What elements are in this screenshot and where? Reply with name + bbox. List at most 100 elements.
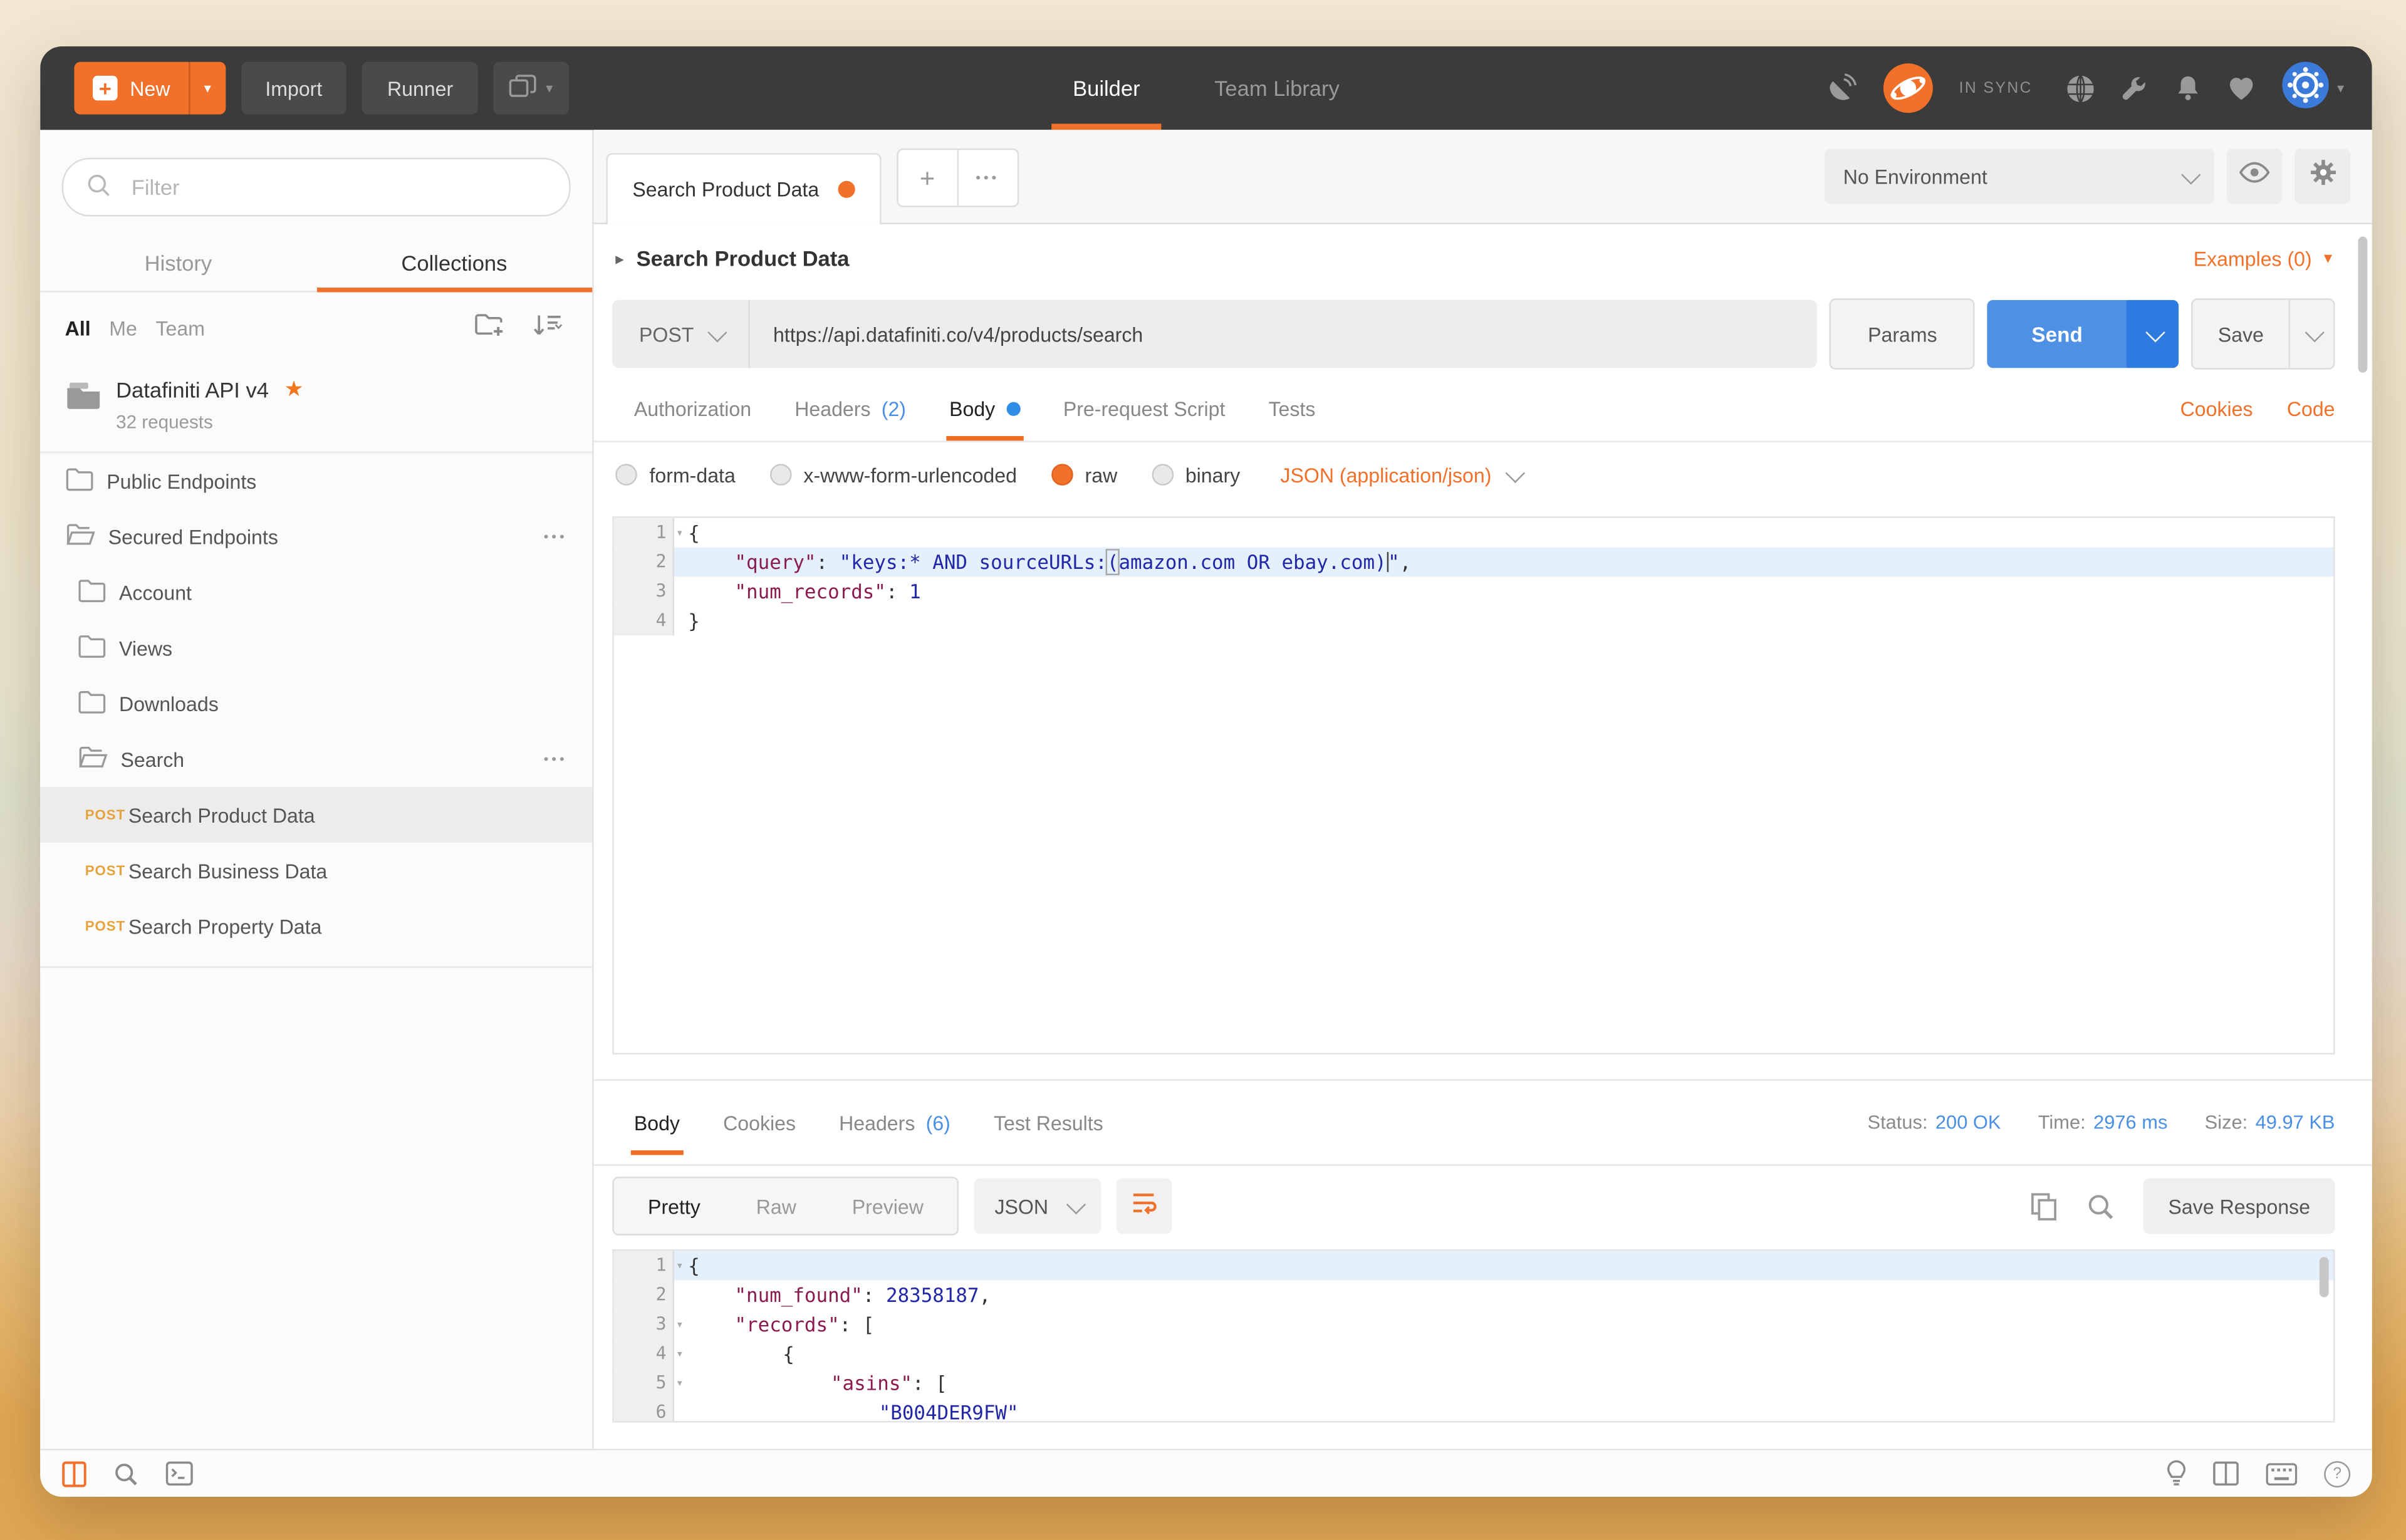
folder-account[interactable]: Account bbox=[40, 564, 592, 620]
content-type-selector[interactable]: JSON (application/json) bbox=[1280, 462, 1524, 486]
save-options-button[interactable] bbox=[2288, 299, 2333, 368]
new-folder-icon[interactable] bbox=[473, 311, 506, 345]
folder-menu-icon[interactable]: ••• bbox=[544, 751, 568, 767]
request-item-search-property-data[interactable]: POST Search Property Data bbox=[40, 898, 592, 954]
two-pane-layout-icon[interactable] bbox=[2213, 1461, 2239, 1486]
scope-all[interactable]: All bbox=[65, 316, 91, 340]
sync-status-icon[interactable] bbox=[1882, 62, 1934, 115]
tab-pre-request-script[interactable]: Pre-request Script bbox=[1041, 376, 1247, 441]
filter-input[interactable] bbox=[128, 173, 548, 201]
request-body-editor[interactable]: 1 ▾ { 2 "query": "keys:* AND sourceURLs:(… bbox=[612, 516, 2335, 1055]
new-button[interactable]: + New ▾ bbox=[74, 61, 226, 115]
folder-search[interactable]: Search ••• bbox=[40, 731, 592, 787]
favorites-heart-icon[interactable] bbox=[2227, 74, 2257, 101]
radio-form-data[interactable]: form-data bbox=[615, 463, 736, 486]
tab-response-headers[interactable]: Headers (6) bbox=[818, 1090, 972, 1155]
scope-team[interactable]: Team bbox=[155, 316, 204, 340]
search-response-button[interactable] bbox=[2086, 1192, 2116, 1221]
collection-item-datafiniti[interactable]: Datafiniti API v4 ★ 32 requests bbox=[40, 360, 593, 454]
tab-authorization[interactable]: Authorization bbox=[612, 376, 773, 441]
view-preview[interactable]: Preview bbox=[824, 1194, 951, 1217]
code-fold-icon[interactable]: ▾ bbox=[676, 518, 684, 548]
chevron-down-icon[interactable]: ▾ bbox=[190, 80, 226, 96]
tab-response-body[interactable]: Body bbox=[612, 1090, 701, 1155]
tab-history[interactable]: History bbox=[40, 232, 316, 291]
code-fold-icon[interactable]: ▾ bbox=[676, 1251, 684, 1281]
environment-selector[interactable]: No Environment bbox=[1825, 148, 2215, 204]
settings-wrench-icon[interactable] bbox=[2121, 73, 2150, 103]
tab-headers[interactable]: Headers (2) bbox=[773, 376, 928, 441]
new-window-button[interactable]: ▾ bbox=[493, 61, 569, 115]
globe-icon[interactable] bbox=[2066, 73, 2096, 103]
send-options-button[interactable] bbox=[2127, 299, 2180, 368]
save-button[interactable]: Save bbox=[2191, 298, 2335, 370]
filter-search-box[interactable] bbox=[61, 157, 571, 217]
radio-urlencoded[interactable]: x-www-form-urlencoded bbox=[769, 463, 1017, 486]
examples-dropdown[interactable]: Examples (0) ▼ bbox=[2194, 247, 2335, 270]
scope-me[interactable]: Me bbox=[109, 316, 137, 340]
radio-binary[interactable]: binary bbox=[1151, 463, 1240, 486]
tab-response-cookies[interactable]: Cookies bbox=[702, 1090, 818, 1155]
request-item-search-business-data[interactable]: POST Search Business Data bbox=[40, 843, 592, 898]
chevron-down-icon bbox=[2181, 164, 2201, 184]
radio-raw[interactable]: raw bbox=[1051, 463, 1117, 486]
response-body-viewer[interactable]: 1 ▾ { 2 "num_found": 28358187, 3 ▾ "record… bbox=[612, 1249, 2335, 1423]
code-link[interactable]: Code bbox=[2287, 397, 2335, 420]
toggle-sidebar-button[interactable] bbox=[62, 1460, 86, 1487]
environment-quicklook-button[interactable] bbox=[2226, 148, 2283, 204]
tab-tests[interactable]: Tests bbox=[1247, 376, 1337, 441]
keyboard-shortcuts-icon[interactable] bbox=[2265, 1462, 2298, 1485]
response-cookies-tab-label: Cookies bbox=[723, 1111, 796, 1135]
interceptor-satellite-icon[interactable] bbox=[1825, 72, 1857, 105]
response-scrollbar[interactable] bbox=[2319, 1257, 2329, 1298]
method-badge: POST bbox=[85, 863, 126, 878]
vertical-scrollbar[interactable] bbox=[2358, 236, 2368, 373]
send-button[interactable]: Send bbox=[1987, 299, 2180, 368]
code-fold-icon[interactable]: ▾ bbox=[676, 1309, 684, 1339]
folder-secured-endpoints[interactable]: Secured Endpoints ••• bbox=[40, 509, 592, 564]
method-badge: POST bbox=[85, 918, 126, 934]
tab-collections[interactable]: Collections bbox=[316, 232, 593, 293]
save-label: Save bbox=[2217, 322, 2264, 346]
collapse-request-toggle[interactable]: ▸ bbox=[615, 248, 624, 269]
request-item-search-product-data[interactable]: POST Search Product Data bbox=[40, 787, 593, 843]
environment-settings-button[interactable] bbox=[2294, 148, 2351, 204]
console-icon[interactable] bbox=[165, 1461, 193, 1486]
method-selector[interactable]: POST bbox=[612, 299, 750, 368]
folder-public-endpoints[interactable]: Public Endpoints bbox=[40, 453, 592, 509]
notifications-bell-icon[interactable] bbox=[2175, 73, 2202, 103]
user-menu[interactable]: ▾ bbox=[2281, 60, 2344, 117]
tab-test-results[interactable]: Test Results bbox=[972, 1090, 1125, 1155]
save-response-button[interactable]: Save Response bbox=[2143, 1178, 2335, 1234]
chevron-down-icon: ▼ bbox=[2321, 250, 2335, 266]
view-pretty[interactable]: Pretty bbox=[620, 1194, 729, 1217]
new-tab-button[interactable]: + bbox=[898, 150, 957, 206]
tab-body[interactable]: Body bbox=[928, 376, 1042, 441]
code-fold-icon[interactable]: ▾ bbox=[676, 1339, 684, 1368]
import-button[interactable]: Import bbox=[240, 61, 347, 115]
params-button[interactable]: Params bbox=[1830, 298, 1976, 370]
url-input[interactable]: https://api.datafiniti.co/v4/products/se… bbox=[750, 323, 1818, 346]
collections-tab-label: Collections bbox=[401, 250, 508, 276]
tab-team-library[interactable]: Team Library bbox=[1214, 46, 1340, 130]
sort-icon[interactable] bbox=[530, 311, 570, 345]
code-fold-icon[interactable]: ▾ bbox=[676, 1368, 684, 1398]
cookies-link[interactable]: Cookies bbox=[2180, 397, 2253, 420]
help-icon[interactable]: ? bbox=[2324, 1460, 2351, 1487]
folder-downloads[interactable]: Downloads bbox=[40, 675, 592, 731]
favorite-star-icon[interactable]: ★ bbox=[284, 376, 304, 402]
folder-views[interactable]: Views bbox=[40, 620, 592, 676]
folder-menu-icon[interactable]: ••• bbox=[544, 529, 568, 544]
response-language-selector[interactable]: JSON bbox=[974, 1178, 1101, 1234]
tips-lightbulb-icon[interactable] bbox=[2167, 1460, 2187, 1487]
open-request-tab[interactable]: Search Product Data bbox=[606, 153, 881, 224]
search-icon[interactable] bbox=[113, 1460, 139, 1487]
copy-response-button[interactable] bbox=[2031, 1192, 2058, 1221]
tab-options-button[interactable]: ••• bbox=[956, 150, 1017, 206]
wrap-text-button[interactable] bbox=[1116, 1178, 1172, 1234]
runner-button[interactable]: Runner bbox=[362, 61, 478, 115]
folder-label: Secured Endpoints bbox=[108, 524, 278, 548]
response-view-bar: Pretty Raw Preview JSON Save Response bbox=[594, 1166, 2372, 1246]
tab-builder[interactable]: Builder bbox=[1051, 46, 1161, 130]
view-raw[interactable]: Raw bbox=[728, 1194, 824, 1217]
